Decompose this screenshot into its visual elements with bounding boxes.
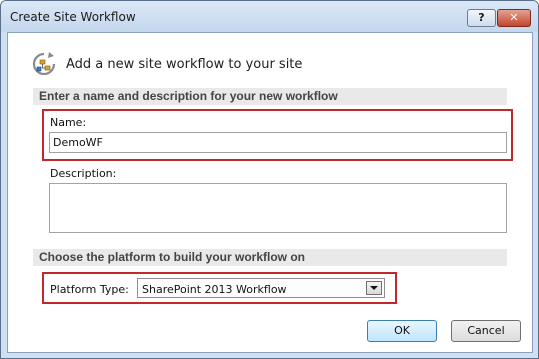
cancel-button[interactable]: Cancel [451,320,521,342]
platform-type-select[interactable]: SharePoint 2013 Workflow [137,278,385,298]
window-title: Create Site Workflow [10,10,136,24]
chevron-down-icon[interactable] [366,281,382,295]
name-input[interactable] [49,132,507,153]
workflow-icon [32,52,56,76]
close-button[interactable]: ✕ [497,9,531,27]
dialog-header-text: Add a new site workflow to your site [66,57,303,72]
name-section-header: Enter a name and description for your ne… [33,88,507,105]
description-label: Description: [50,167,117,180]
description-input[interactable] [49,183,507,233]
platform-type-label: Platform Type: [50,283,129,296]
name-label: Name: [50,116,87,129]
ok-button[interactable]: OK [367,320,437,342]
help-button[interactable]: ? [467,9,496,27]
title-bar[interactable]: Create Site Workflow ? ✕ [1,1,538,32]
platform-type-value: SharePoint 2013 Workflow [142,283,287,296]
platform-section-header: Choose the platform to build your workfl… [33,249,507,266]
